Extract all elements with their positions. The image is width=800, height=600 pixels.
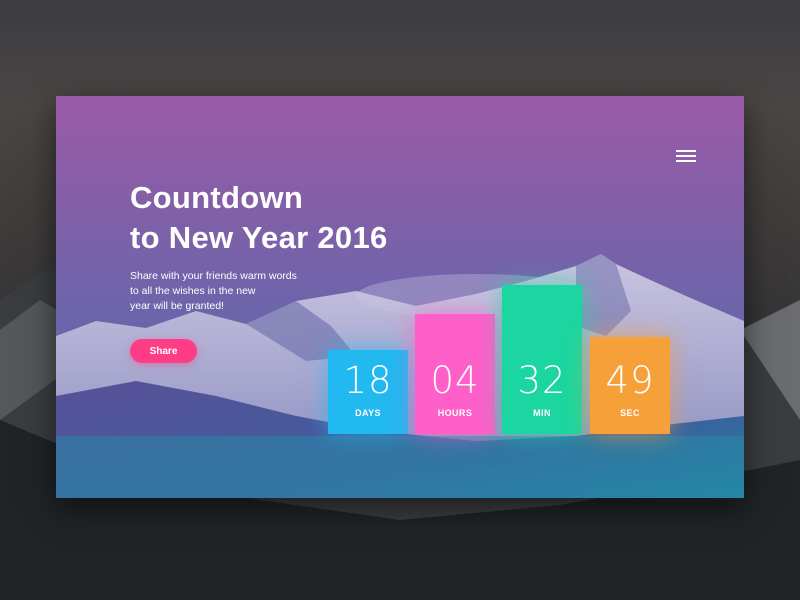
countdown-tile-days: 18 DAYS [328,350,408,434]
countdown-tile-hours: 04 HOURS [415,314,495,434]
title-line-1: Countdown [130,180,304,215]
intro-line: Share with your friends warm words [130,270,297,282]
hamburger-menu-icon[interactable] [676,150,696,164]
page-title: Countdown to New Year 2016 [130,178,388,258]
menu-line [676,155,696,157]
countdown-sec-label: SEC [620,408,640,418]
title-line-2: to New Year 2016 [130,220,388,255]
countdown-hours-label: HOURS [437,408,473,418]
countdown-min-label: MIN [533,408,551,418]
menu-line [676,150,696,152]
share-button[interactable]: Share [130,339,197,363]
menu-line [676,160,696,162]
countdown-tile-sec: 49 SEC [590,337,670,434]
countdown-card: Countdown to New Year 2016 Share with yo… [56,96,744,498]
countdown-days-label: DAYS [355,408,381,418]
countdown-hours-value: 04 [430,359,480,402]
countdown-min-value: 32 [517,359,567,402]
intro-line: year will be granted! [130,300,224,312]
intro-line: to all the wishes in the new [130,285,256,297]
countdown-tile-min: 32 MIN [502,285,582,434]
intro-text: Share with your friends warm words to al… [130,269,350,314]
countdown-days-value: 18 [343,359,393,402]
countdown-sec-value: 49 [605,359,655,402]
